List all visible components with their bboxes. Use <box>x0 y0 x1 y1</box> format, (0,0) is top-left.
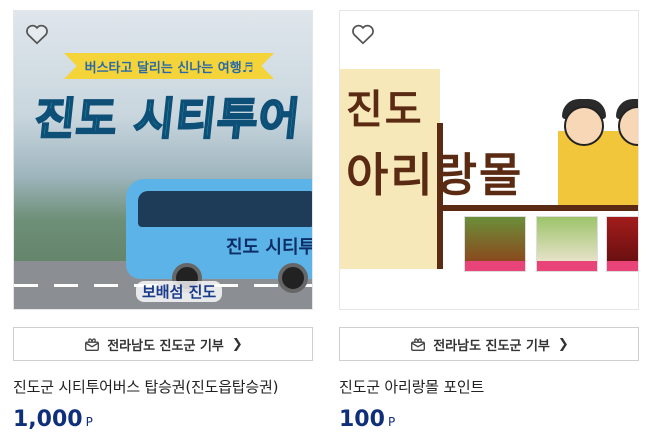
donation-label: 전라남도 진도군 기부 <box>107 338 224 354</box>
chevron-right-icon: ❯ <box>557 336 569 352</box>
image-banner: 버스타고 달리는 신나는 여행♬ <box>64 53 274 79</box>
chevron-right-icon: ❯ <box>231 336 243 352</box>
product-thumbnail <box>464 216 526 272</box>
donation-button[interactable]: 전라남도 진도군 기부 ❯ <box>339 327 639 361</box>
price: 1,000 P <box>13 407 313 432</box>
price-value: 100 <box>339 407 385 432</box>
bus-wheel <box>278 263 308 293</box>
donation-label: 전라남도 진도군 기부 <box>433 338 550 354</box>
city-tour-illustration: 버스타고 달리는 신나는 여행♬ 진도 시티투어 진도 시티투 보배섬 진도 <box>14 11 312 309</box>
bus-illustration: 진도 시티투 <box>126 179 313 293</box>
bus-label: 진도 시티투 <box>226 237 313 258</box>
brown-bar <box>437 123 443 269</box>
arirang-mall-illustration: 진도 아리랑몰 <box>340 11 638 309</box>
gift-box-icon <box>85 338 100 351</box>
gift-box-icon <box>411 338 426 351</box>
price: 100 P <box>339 407 639 432</box>
product-image[interactable]: 진도 아리랑몰 <box>339 10 639 310</box>
product-card[interactable]: 진도 아리랑몰 전라남도 진도군 기부 ❯ 진도군 아리랑몰 포인트 100 P <box>339 10 639 432</box>
product-title[interactable]: 진도군 시티투어버스 탑승권(진도읍탑승권) <box>13 376 313 397</box>
brown-bar <box>437 205 638 211</box>
product-thumbnail <box>536 216 598 272</box>
product-card[interactable]: 버스타고 달리는 신나는 여행♬ 진도 시티투어 진도 시티투 보배섬 진도 전… <box>13 10 313 432</box>
bus-window <box>138 191 312 227</box>
image-heading: 진도 시티투어 <box>31 93 304 146</box>
character-face <box>564 106 604 146</box>
image-line1: 진도 <box>346 87 424 133</box>
heart-outline-icon[interactable] <box>350 21 376 47</box>
donation-button[interactable]: 전라남도 진도군 기부 ❯ <box>13 327 313 361</box>
product-image[interactable]: 버스타고 달리는 신나는 여행♬ 진도 시티투어 진도 시티투 보배섬 진도 <box>13 10 313 310</box>
heart-outline-icon[interactable] <box>24 21 50 47</box>
price-unit: P <box>85 415 93 429</box>
price-value: 1,000 <box>13 407 83 432</box>
product-thumbnail <box>606 216 638 272</box>
image-line2: 아리랑몰 <box>346 148 524 202</box>
product-title[interactable]: 진도군 아리랑몰 포인트 <box>339 376 639 397</box>
image-logo: 보배섬 진도 <box>136 281 223 302</box>
price-unit: P <box>387 415 396 429</box>
